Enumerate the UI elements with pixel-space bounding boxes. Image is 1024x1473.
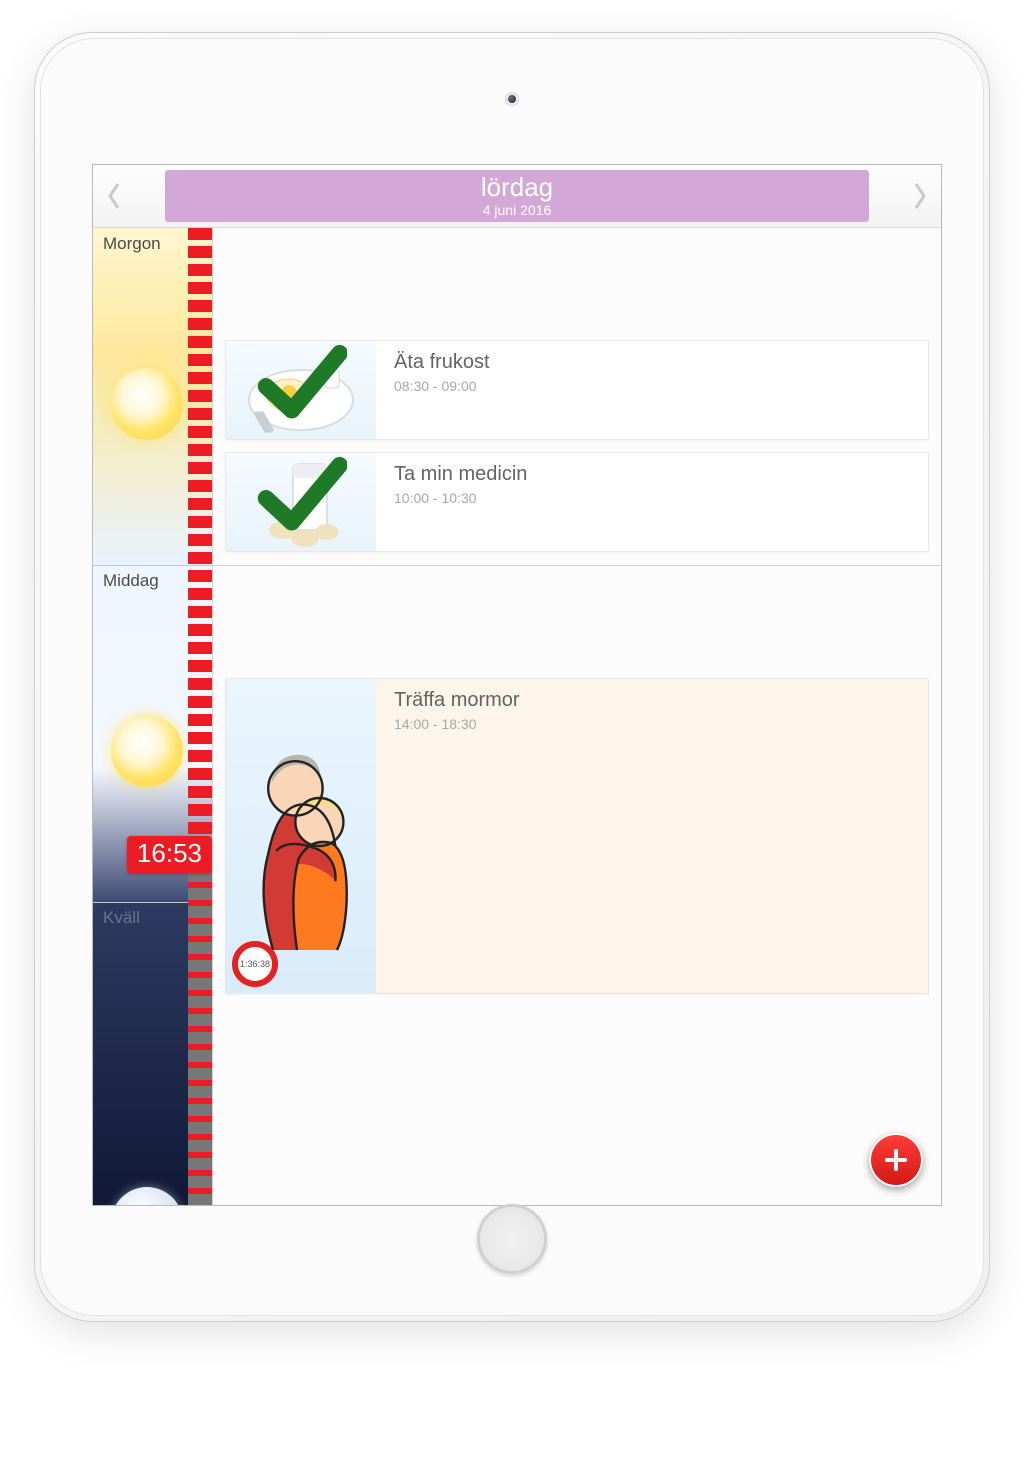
event-time: 14:00 - 18:30	[394, 716, 520, 732]
event-time: 08:30 - 09:00	[394, 378, 490, 394]
prev-day-button[interactable]	[93, 165, 135, 227]
ipad-bezel: lördag 4 juni 2016 Morgon Middag	[40, 38, 984, 1316]
done-check-icon	[255, 340, 347, 434]
current-time-badge: 16:53	[127, 836, 212, 873]
section-divider	[213, 565, 941, 566]
plus-icon	[883, 1147, 909, 1173]
event-thumb-medicine	[226, 453, 376, 551]
done-check-icon	[255, 452, 347, 546]
event-card[interactable]: Ta min medicin 10:00 - 10:30	[225, 452, 929, 552]
date-header[interactable]: lördag 4 juni 2016	[165, 170, 869, 222]
add-event-button[interactable]	[869, 1133, 923, 1187]
timeline-morning-label: Morgon	[103, 234, 161, 254]
timeline-evening-label: Kväll	[103, 908, 140, 928]
header-date: 4 juni 2016	[483, 202, 552, 218]
event-body: Ta min medicin 10:00 - 10:30	[376, 453, 545, 551]
event-card-current[interactable]: 1:36:38 Träffa mormor 14:00 - 18:30	[225, 678, 929, 994]
timeline-midday-label: Middag	[103, 571, 159, 591]
event-thumb-breakfast	[226, 341, 376, 439]
event-body: Äta frukost 08:30 - 09:00	[376, 341, 508, 439]
chevron-right-icon	[912, 182, 928, 210]
event-time: 10:00 - 10:30	[394, 490, 527, 506]
event-title: Träffa mormor	[394, 689, 520, 712]
next-day-button[interactable]	[899, 165, 941, 227]
timer-value: 1:36:38	[240, 959, 270, 969]
camera-icon	[505, 92, 519, 106]
chevron-left-icon	[106, 182, 122, 210]
ipad-frame: lördag 4 juni 2016 Morgon Middag	[34, 32, 990, 1322]
moon-icon	[111, 1187, 183, 1205]
event-card[interactable]: Äta frukost 08:30 - 09:00	[225, 340, 929, 440]
content-row: Morgon Middag Kväll 16:53	[93, 228, 941, 1205]
timeline-column: Morgon Middag Kväll 16:53	[93, 228, 213, 1205]
sun-midday-icon	[111, 715, 183, 787]
header-bar: lördag 4 juni 2016	[93, 165, 941, 228]
grandma-hug-icon	[241, 710, 361, 963]
timer-badge: 1:36:38	[232, 941, 278, 987]
sun-morning-icon	[111, 368, 183, 440]
app-screen: lördag 4 juni 2016 Morgon Middag	[92, 164, 942, 1206]
event-thumb-grandma: 1:36:38	[226, 679, 376, 993]
event-title: Äta frukost	[394, 351, 490, 374]
events-column: Äta frukost 08:30 - 09:00	[213, 228, 941, 1205]
home-button[interactable]	[477, 1204, 547, 1274]
event-title: Ta min medicin	[394, 463, 527, 486]
header-day: lördag	[481, 174, 553, 200]
event-body: Träffa mormor 14:00 - 18:30	[376, 679, 538, 993]
timeline-ticks	[188, 228, 212, 1205]
